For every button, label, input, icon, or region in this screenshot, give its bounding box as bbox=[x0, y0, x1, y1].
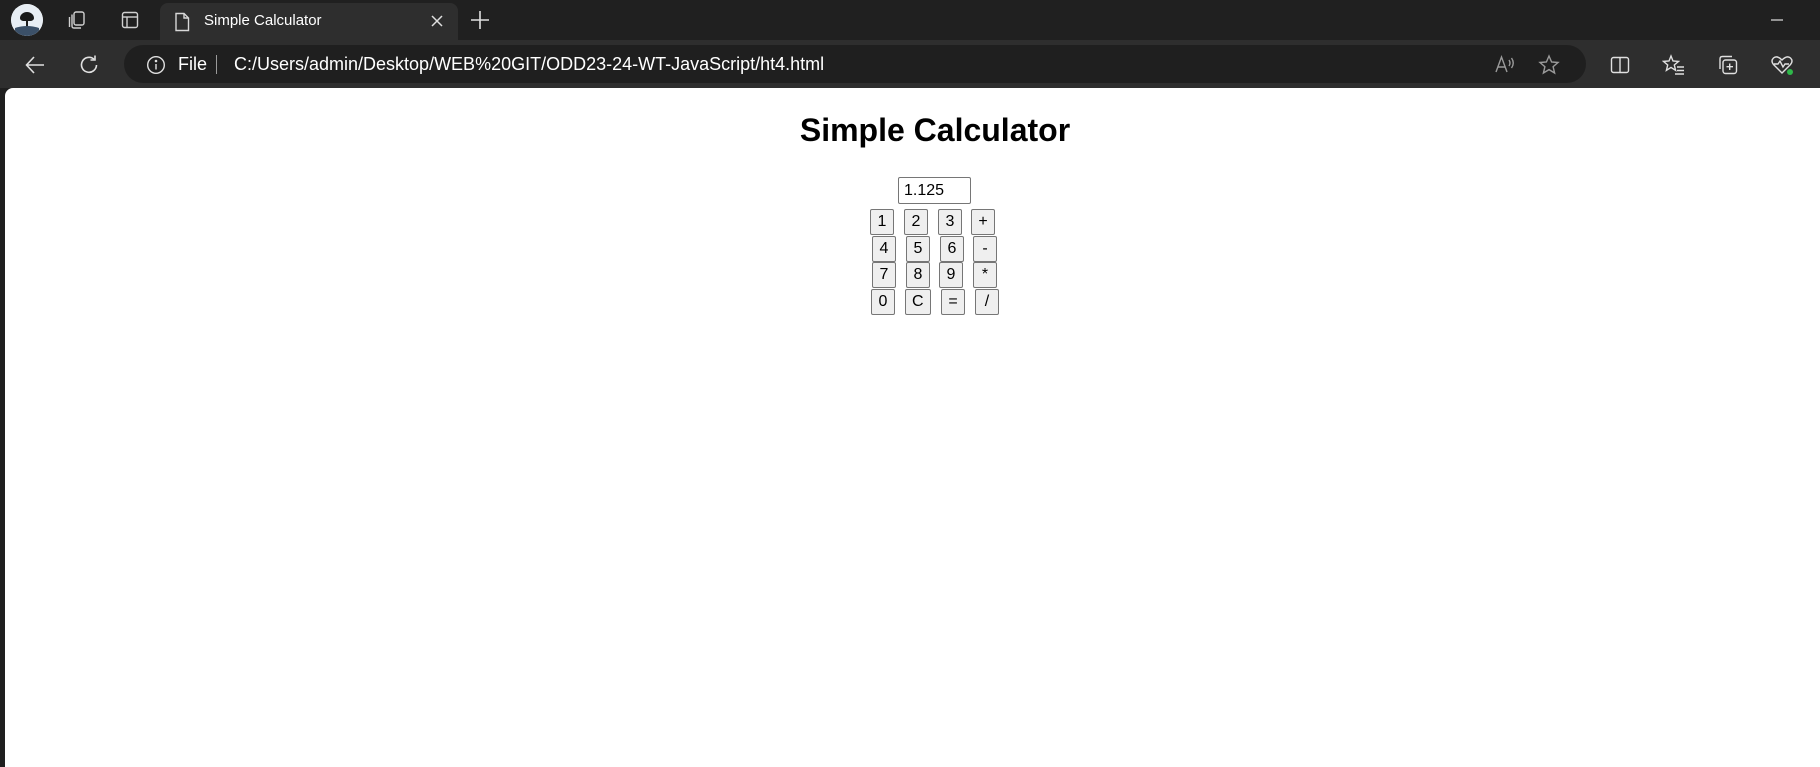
plus-icon[interactable] bbox=[466, 7, 494, 33]
read-aloud-icon[interactable] bbox=[1494, 54, 1516, 78]
keypad-row-1: 1 2 3 + bbox=[5, 209, 1820, 235]
key-7-button[interactable]: 7 bbox=[872, 262, 896, 288]
subtract-button[interactable]: - bbox=[973, 236, 997, 262]
refresh-icon[interactable] bbox=[73, 49, 105, 81]
site-scheme-label[interactable]: File bbox=[178, 54, 207, 75]
tab-title: Simple Calculator bbox=[204, 12, 322, 29]
tab-active[interactable]: Simple Calculator bbox=[160, 3, 458, 40]
key-5-button[interactable]: 5 bbox=[906, 236, 930, 262]
address-divider bbox=[216, 55, 217, 74]
document-icon bbox=[174, 12, 190, 36]
star-icon[interactable] bbox=[1538, 54, 1560, 80]
key-1-button[interactable]: 1 bbox=[870, 209, 894, 235]
key-9-button[interactable]: 9 bbox=[939, 262, 963, 288]
key-2-button[interactable]: 2 bbox=[904, 209, 928, 235]
page-title: Simple Calculator bbox=[799, 112, 1071, 148]
add-button[interactable]: + bbox=[971, 209, 995, 235]
calculator-display[interactable] bbox=[898, 177, 971, 204]
divide-button[interactable]: / bbox=[975, 289, 999, 315]
profile-avatar-icon[interactable] bbox=[11, 4, 43, 36]
equals-button[interactable]: = bbox=[941, 289, 965, 315]
key-8-button[interactable]: 8 bbox=[906, 262, 930, 288]
key-6-button[interactable]: 6 bbox=[940, 236, 964, 262]
minimize-icon[interactable] bbox=[1760, 7, 1794, 33]
heart-pulse-icon[interactable] bbox=[1766, 49, 1798, 81]
keypad-row-3: 7 8 9 * bbox=[5, 262, 1820, 288]
address-bar[interactable]: File C:/Users/admin/Desktop/WEB%20GIT/OD… bbox=[124, 45, 1586, 83]
collections-icon[interactable] bbox=[1712, 49, 1744, 81]
key-3-button[interactable]: 3 bbox=[938, 209, 962, 235]
url-text[interactable]: C:/Users/admin/Desktop/WEB%20GIT/ODD23-2… bbox=[234, 54, 824, 75]
split-screen-icon[interactable] bbox=[1604, 49, 1636, 81]
clear-button[interactable]: C bbox=[905, 289, 931, 315]
tab-actions-icon[interactable] bbox=[116, 7, 144, 33]
keypad-row-4: 0 C = / bbox=[5, 289, 1820, 315]
workspaces-icon[interactable] bbox=[63, 7, 91, 33]
page-viewport: Simple Calculator 1 2 3 + 4 5 6 - 7 8 9 … bbox=[5, 88, 1820, 767]
key-0-button[interactable]: 0 bbox=[871, 289, 895, 315]
tab-strip: Simple Calculator bbox=[0, 0, 1820, 40]
arrow-left-icon[interactable] bbox=[19, 49, 51, 81]
browser-toolbar: File C:/Users/admin/Desktop/WEB%20GIT/OD… bbox=[0, 40, 1820, 88]
info-icon[interactable] bbox=[146, 55, 166, 79]
multiply-button[interactable]: * bbox=[973, 262, 997, 288]
favorites-icon[interactable] bbox=[1658, 49, 1690, 81]
close-icon[interactable] bbox=[428, 12, 446, 34]
keypad-row-2: 4 5 6 - bbox=[5, 236, 1820, 262]
key-4-button[interactable]: 4 bbox=[872, 236, 896, 262]
